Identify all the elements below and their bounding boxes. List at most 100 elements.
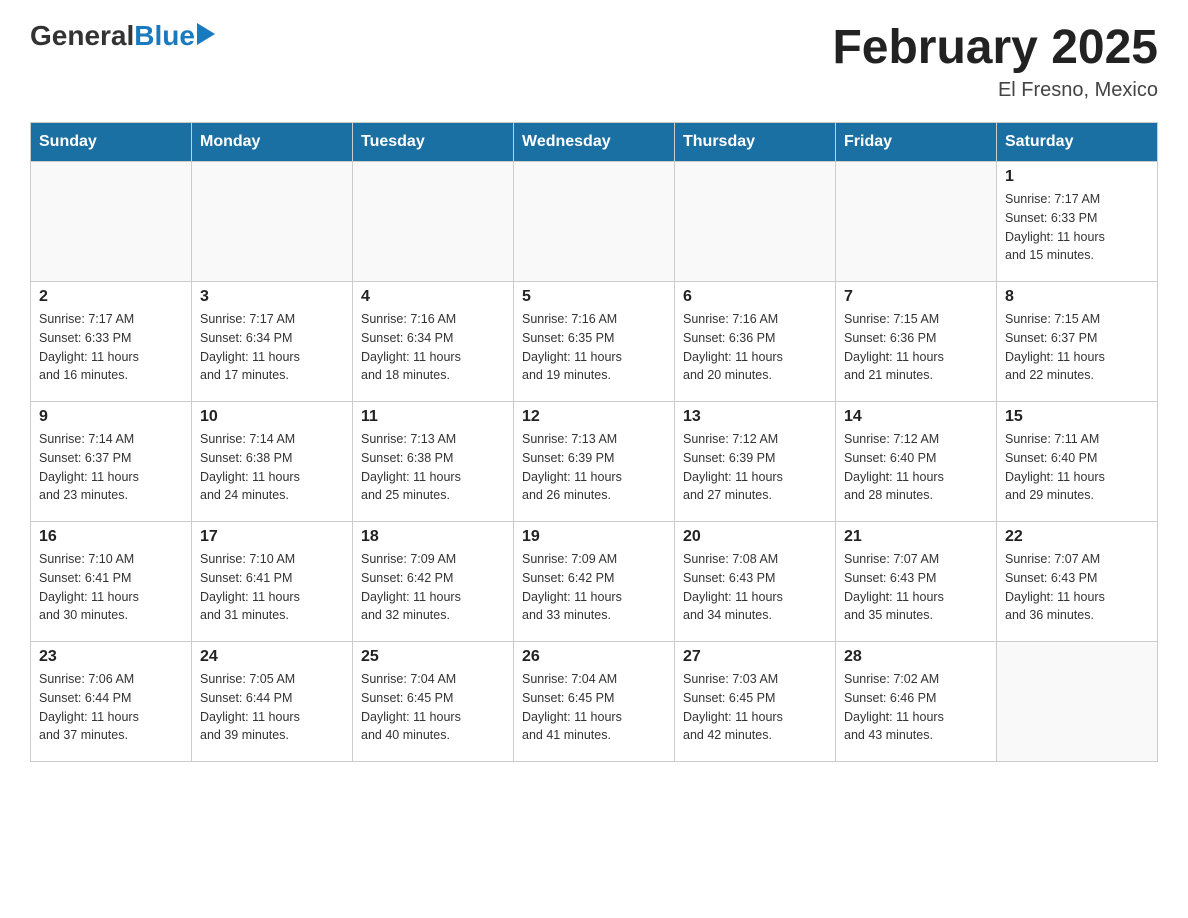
calendar-cell: 23 Sunrise: 7:06 AM Sunset: 6:44 PM Dayli…	[31, 642, 192, 762]
weekday-header-tuesday: Tuesday	[353, 123, 514, 162]
day-number: 12	[522, 408, 666, 426]
calendar-cell: 20 Sunrise: 7:08 AM Sunset: 6:43 PM Dayli…	[675, 522, 836, 642]
day-info: Sunrise: 7:05 AM Sunset: 6:44 PM Dayligh…	[200, 670, 344, 745]
calendar-cell: 4 Sunrise: 7:16 AM Sunset: 6:34 PM Daylig…	[353, 282, 514, 402]
calendar-cell: 15 Sunrise: 7:11 AM Sunset: 6:40 PM Dayli…	[997, 402, 1158, 522]
day-number: 22	[1005, 528, 1149, 546]
day-info: Sunrise: 7:10 AM Sunset: 6:41 PM Dayligh…	[39, 550, 183, 625]
weekday-header-sunday: Sunday	[31, 123, 192, 162]
day-info: Sunrise: 7:17 AM Sunset: 6:33 PM Dayligh…	[39, 310, 183, 385]
calendar-cell: 21 Sunrise: 7:07 AM Sunset: 6:43 PM Dayli…	[836, 522, 997, 642]
calendar-cell: 9Sunrise: 7:14 AM Sunset: 6:37 PM Daylig…	[31, 402, 192, 522]
weekday-header-monday: Monday	[192, 123, 353, 162]
calendar-cell: 7Sunrise: 7:15 AM Sunset: 6:36 PM Daylig…	[836, 282, 997, 402]
day-number: 18	[361, 528, 505, 546]
day-number: 11	[361, 408, 505, 426]
location-text: El Fresno, Mexico	[832, 79, 1158, 102]
calendar-cell	[353, 162, 514, 282]
calendar-cell: 22 Sunrise: 7:07 AM Sunset: 6:43 PM Dayli…	[997, 522, 1158, 642]
calendar-cell: 25 Sunrise: 7:04 AM Sunset: 6:45 PM Dayli…	[353, 642, 514, 762]
calendar-cell: 12 Sunrise: 7:13 AM Sunset: 6:39 PM Dayli…	[514, 402, 675, 522]
day-info: Sunrise: 7:07 AM Sunset: 6:43 PM Dayligh…	[844, 550, 988, 625]
day-info: Sunrise: 7:15 AM Sunset: 6:36 PM Dayligh…	[844, 310, 988, 385]
day-number: 19	[522, 528, 666, 546]
month-title: February 2025	[832, 20, 1158, 75]
calendar-cell	[675, 162, 836, 282]
weekday-header-row: SundayMondayTuesdayWednesdayThursdayFrid…	[31, 123, 1158, 162]
day-number: 23	[39, 648, 183, 666]
calendar-cell	[836, 162, 997, 282]
day-info: Sunrise: 7:14 AM Sunset: 6:38 PM Dayligh…	[200, 430, 344, 505]
calendar-cell: 16 Sunrise: 7:10 AM Sunset: 6:41 PM Dayli…	[31, 522, 192, 642]
calendar-cell: 3 Sunrise: 7:17 AM Sunset: 6:34 PM Daylig…	[192, 282, 353, 402]
calendar-week-row: 23 Sunrise: 7:06 AM Sunset: 6:44 PM Dayli…	[31, 642, 1158, 762]
day-info: Sunrise: 7:03 AM Sunset: 6:45 PM Dayligh…	[683, 670, 827, 745]
day-info: Sunrise: 7:13 AM Sunset: 6:39 PM Dayligh…	[522, 430, 666, 505]
calendar-cell: 18 Sunrise: 7:09 AM Sunset: 6:42 PM Dayli…	[353, 522, 514, 642]
calendar-cell	[31, 162, 192, 282]
day-info: Sunrise: 7:11 AM Sunset: 6:40 PM Dayligh…	[1005, 430, 1149, 505]
weekday-header-friday: Friday	[836, 123, 997, 162]
calendar-cell: 11 Sunrise: 7:13 AM Sunset: 6:38 PM Dayli…	[353, 402, 514, 522]
calendar-cell: 2 Sunrise: 7:17 AM Sunset: 6:33 PM Daylig…	[31, 282, 192, 402]
day-info: Sunrise: 7:16 AM Sunset: 6:36 PM Dayligh…	[683, 310, 827, 385]
calendar-cell	[514, 162, 675, 282]
weekday-header-thursday: Thursday	[675, 123, 836, 162]
day-info: Sunrise: 7:16 AM Sunset: 6:34 PM Dayligh…	[361, 310, 505, 385]
calendar-cell: 19 Sunrise: 7:09 AM Sunset: 6:42 PM Dayli…	[514, 522, 675, 642]
day-number: 17	[200, 528, 344, 546]
calendar-week-row: 2 Sunrise: 7:17 AM Sunset: 6:33 PM Daylig…	[31, 282, 1158, 402]
day-number: 21	[844, 528, 988, 546]
day-info: Sunrise: 7:10 AM Sunset: 6:41 PM Dayligh…	[200, 550, 344, 625]
calendar-cell: 27Sunrise: 7:03 AM Sunset: 6:45 PM Dayli…	[675, 642, 836, 762]
calendar-cell: 1 Sunrise: 7:17 AM Sunset: 6:33 PM Daylig…	[997, 162, 1158, 282]
calendar-cell: 14 Sunrise: 7:12 AM Sunset: 6:40 PM Dayli…	[836, 402, 997, 522]
calendar-cell: 28 Sunrise: 7:02 AM Sunset: 6:46 PM Dayli…	[836, 642, 997, 762]
day-number: 9	[39, 408, 183, 426]
page-header: General Blue February 2025 El Fresno, Me…	[30, 20, 1158, 102]
day-info: Sunrise: 7:16 AM Sunset: 6:35 PM Dayligh…	[522, 310, 666, 385]
calendar-cell: 6 Sunrise: 7:16 AM Sunset: 6:36 PM Daylig…	[675, 282, 836, 402]
calendar-week-row: 9Sunrise: 7:14 AM Sunset: 6:37 PM Daylig…	[31, 402, 1158, 522]
day-info: Sunrise: 7:17 AM Sunset: 6:33 PM Dayligh…	[1005, 190, 1149, 265]
day-info: Sunrise: 7:04 AM Sunset: 6:45 PM Dayligh…	[361, 670, 505, 745]
logo: General Blue	[30, 20, 215, 52]
day-number: 5	[522, 288, 666, 306]
day-info: Sunrise: 7:07 AM Sunset: 6:43 PM Dayligh…	[1005, 550, 1149, 625]
day-number: 1	[1005, 168, 1149, 186]
day-number: 13	[683, 408, 827, 426]
calendar-cell: 10Sunrise: 7:14 AM Sunset: 6:38 PM Dayli…	[192, 402, 353, 522]
day-number: 24	[200, 648, 344, 666]
day-info: Sunrise: 7:13 AM Sunset: 6:38 PM Dayligh…	[361, 430, 505, 505]
day-number: 3	[200, 288, 344, 306]
day-info: Sunrise: 7:04 AM Sunset: 6:45 PM Dayligh…	[522, 670, 666, 745]
day-info: Sunrise: 7:02 AM Sunset: 6:46 PM Dayligh…	[844, 670, 988, 745]
day-number: 2	[39, 288, 183, 306]
calendar-week-row: 16 Sunrise: 7:10 AM Sunset: 6:41 PM Dayli…	[31, 522, 1158, 642]
weekday-header-wednesday: Wednesday	[514, 123, 675, 162]
day-info: Sunrise: 7:15 AM Sunset: 6:37 PM Dayligh…	[1005, 310, 1149, 385]
calendar-cell	[997, 642, 1158, 762]
day-number: 28	[844, 648, 988, 666]
day-number: 4	[361, 288, 505, 306]
calendar-cell: 8Sunrise: 7:15 AM Sunset: 6:37 PM Daylig…	[997, 282, 1158, 402]
day-number: 6	[683, 288, 827, 306]
calendar-cell: 26 Sunrise: 7:04 AM Sunset: 6:45 PM Dayli…	[514, 642, 675, 762]
day-number: 16	[39, 528, 183, 546]
day-info: Sunrise: 7:08 AM Sunset: 6:43 PM Dayligh…	[683, 550, 827, 625]
day-number: 20	[683, 528, 827, 546]
day-number: 25	[361, 648, 505, 666]
day-info: Sunrise: 7:17 AM Sunset: 6:34 PM Dayligh…	[200, 310, 344, 385]
day-info: Sunrise: 7:12 AM Sunset: 6:40 PM Dayligh…	[844, 430, 988, 505]
day-info: Sunrise: 7:06 AM Sunset: 6:44 PM Dayligh…	[39, 670, 183, 745]
day-info: Sunrise: 7:12 AM Sunset: 6:39 PM Dayligh…	[683, 430, 827, 505]
weekday-header-saturday: Saturday	[997, 123, 1158, 162]
calendar-cell: 13 Sunrise: 7:12 AM Sunset: 6:39 PM Dayli…	[675, 402, 836, 522]
day-info: Sunrise: 7:09 AM Sunset: 6:42 PM Dayligh…	[522, 550, 666, 625]
day-number: 26	[522, 648, 666, 666]
logo-general-text: General	[30, 20, 134, 52]
day-info: Sunrise: 7:09 AM Sunset: 6:42 PM Dayligh…	[361, 550, 505, 625]
day-number: 14	[844, 408, 988, 426]
day-number: 15	[1005, 408, 1149, 426]
calendar-cell	[192, 162, 353, 282]
